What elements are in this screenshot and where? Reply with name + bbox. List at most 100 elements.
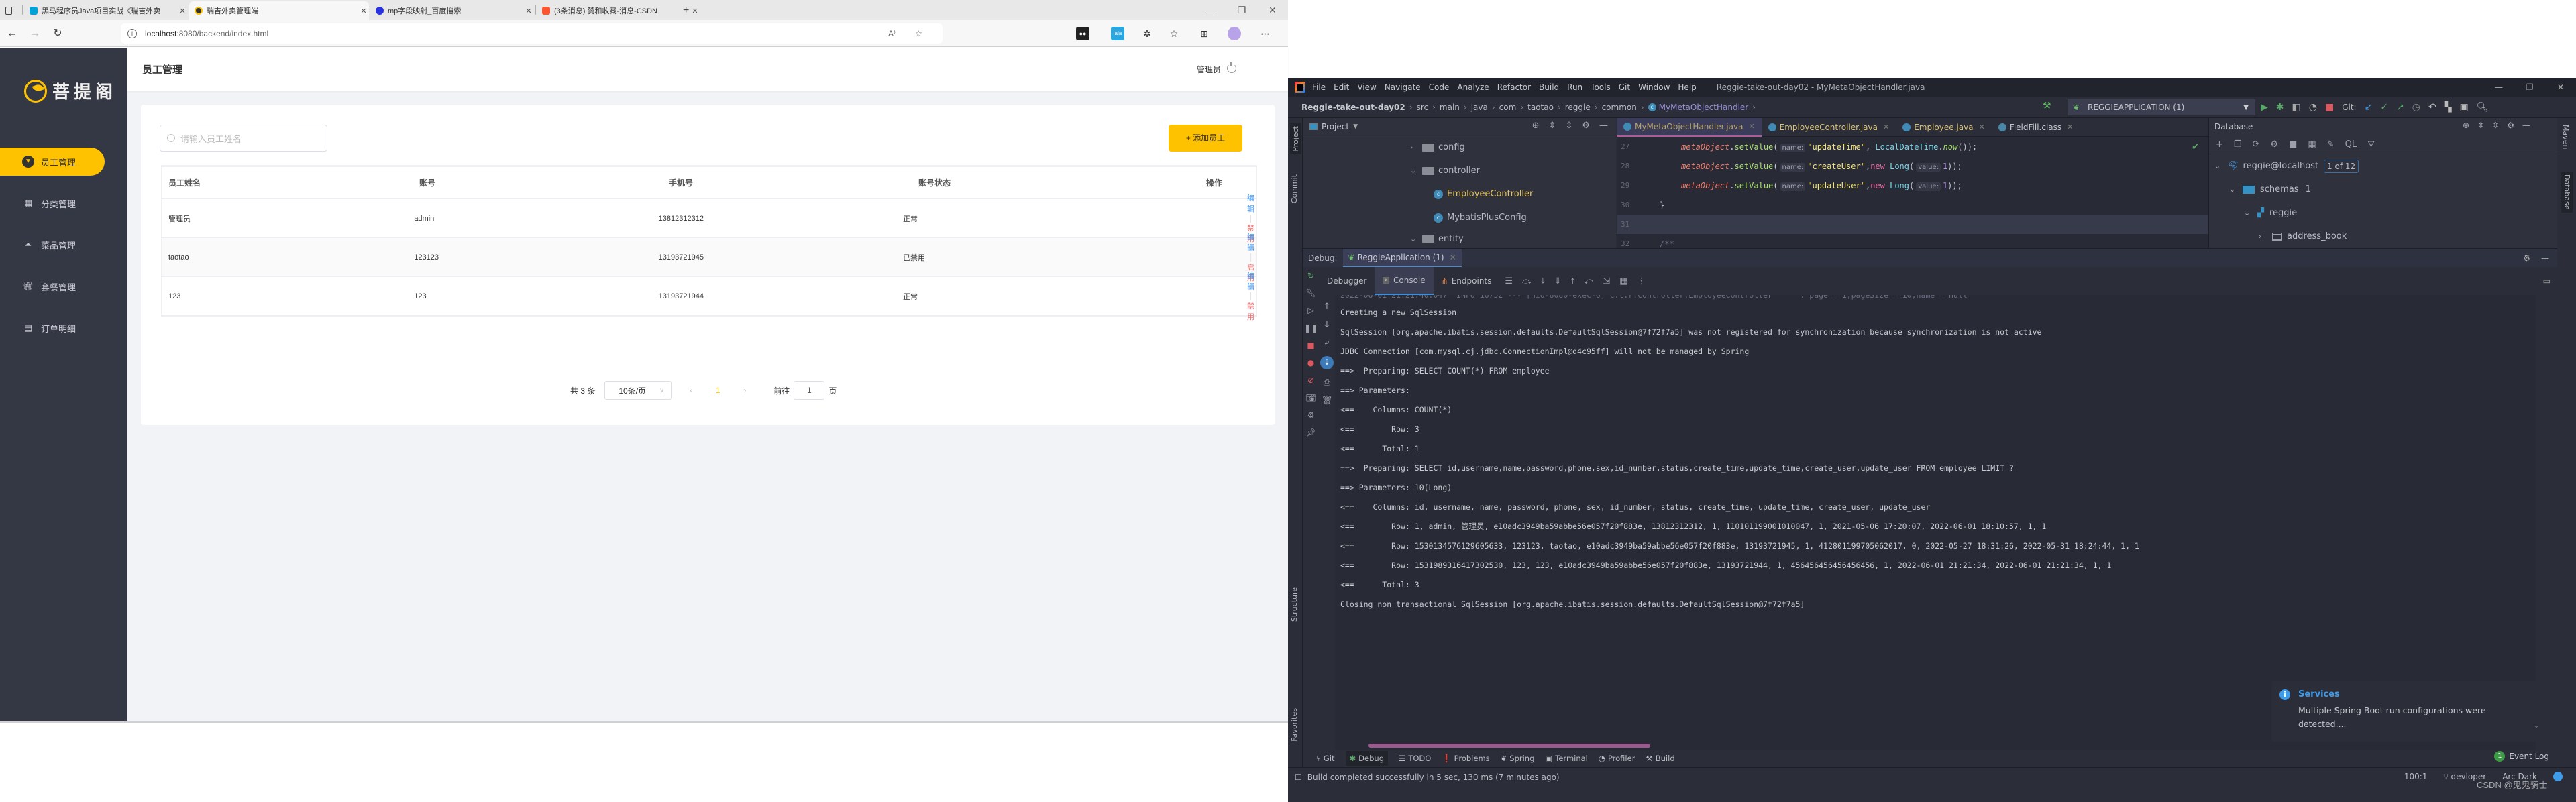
project-tool-button[interactable]: Project bbox=[1290, 123, 1301, 154]
menu-edit[interactable]: Edit bbox=[1334, 82, 1349, 92]
pause-icon[interactable]: ❚❚ bbox=[1304, 323, 1318, 333]
soft-wrap-icon[interactable]: ⤶ bbox=[1324, 338, 1329, 348]
menu-navigate[interactable]: Navigate bbox=[1385, 82, 1421, 92]
edit-link[interactable]: 编辑 bbox=[1247, 233, 1254, 252]
layout-icon[interactable]: ▭ bbox=[2543, 276, 2551, 286]
tree-item[interactable]: c MybatisPlusConfig bbox=[1303, 206, 1616, 229]
resume-icon[interactable]: ▷ bbox=[1307, 306, 1313, 315]
url-input[interactable]: i localhost:8080/backend/index.html A⁾ ☆ bbox=[121, 23, 943, 44]
gear-icon[interactable]: ⚙ bbox=[2507, 121, 2514, 130]
tab-debugger[interactable]: Debugger bbox=[1319, 267, 1375, 295]
tool-terminal[interactable]: ▣ Terminal bbox=[1545, 754, 1587, 763]
stop-icon[interactable]: ■ bbox=[2325, 102, 2334, 113]
db-properties-icon[interactable]: ⚙ bbox=[2270, 139, 2278, 150]
git-push-icon[interactable]: ↗ bbox=[2396, 102, 2404, 113]
close-window-button[interactable]: ✕ bbox=[1257, 0, 1288, 20]
edit-icon[interactable]: ✎ bbox=[2327, 139, 2334, 150]
goto-page-input[interactable]: 1 bbox=[794, 381, 825, 400]
debug-icon[interactable]: ✱ bbox=[2276, 102, 2284, 113]
collapse-all-icon[interactable]: ⇳ bbox=[1565, 121, 1572, 131]
terminal-icon[interactable]: ▣ bbox=[2460, 102, 2469, 113]
menu-analyze[interactable]: Analyze bbox=[1457, 82, 1489, 92]
tree-item[interactable]: c EmployeeController bbox=[1303, 182, 1616, 206]
prev-page-button[interactable]: ‹ bbox=[681, 386, 701, 395]
hide-icon[interactable]: — bbox=[2541, 253, 2549, 263]
cursor-position[interactable]: 100:1 bbox=[2404, 772, 2428, 781]
back-button[interactable]: ← bbox=[4, 25, 20, 42]
chevron-down-icon[interactable]: ⌄ bbox=[2533, 720, 2540, 730]
extension-icon[interactable]: lala bbox=[1111, 27, 1124, 40]
step-into-icon[interactable]: ⤓ bbox=[1541, 276, 1545, 286]
sidebar-item-order[interactable]: ▤ 订单明细 bbox=[0, 314, 127, 342]
search-everywhere-icon[interactable]: 🔍︎ bbox=[2477, 102, 2489, 113]
profile-avatar[interactable] bbox=[1228, 27, 1241, 40]
coverage-icon[interactable]: ◧ bbox=[2292, 102, 2301, 113]
notification-balloon[interactable]: i Services Multiple Spring Boot run conf… bbox=[2271, 681, 2553, 742]
tab-console[interactable]: › Console bbox=[1375, 267, 1434, 295]
git-update-icon[interactable]: ↙ bbox=[2365, 102, 2373, 113]
breadcrumb-item[interactable]: reggie bbox=[1565, 103, 1591, 112]
console-horizontal-scrollbar[interactable] bbox=[1368, 744, 1650, 748]
search-input[interactable]: 请输入员工姓名 bbox=[160, 125, 327, 152]
read-aloud-icon[interactable]: A⁾ bbox=[888, 29, 896, 38]
forward-button[interactable]: → bbox=[27, 25, 43, 42]
close-tab-icon[interactable]: ✕ bbox=[358, 7, 369, 15]
favorites-tool-button[interactable]: Favorites bbox=[1290, 708, 1299, 742]
menu-view[interactable]: View bbox=[1357, 82, 1376, 92]
editor-tab-active[interactable]: MyMetaObjectHandler.java ✕ bbox=[1617, 117, 1762, 137]
editor-tab[interactable]: EmployeeController.java ✕ bbox=[1762, 118, 1896, 137]
extensions-icon[interactable]: ✲ bbox=[1140, 27, 1154, 40]
close-tab-icon[interactable]: ✕ bbox=[2067, 123, 2073, 131]
close-tab-icon[interactable]: ✕ bbox=[1979, 123, 1985, 131]
stop-icon[interactable]: ■ bbox=[2289, 139, 2297, 150]
project-panel-title[interactable]: Project bbox=[1322, 122, 1349, 131]
tree-item[interactable]: › config bbox=[1303, 135, 1616, 159]
tab-actions-button[interactable] bbox=[0, 1, 20, 20]
edit-link[interactable]: 编辑 bbox=[1247, 194, 1254, 213]
code-area[interactable]: 27 metaObject.setValue(name: "updateTime",… bbox=[1617, 137, 2208, 248]
close-tab-icon[interactable]: ✕ bbox=[1450, 253, 1456, 262]
tool-build[interactable]: ⚒ Build bbox=[1646, 754, 1674, 763]
tool-git[interactable]: ⑂ Git bbox=[1316, 754, 1335, 763]
run-to-cursor-icon[interactable]: ⇲ bbox=[1603, 276, 1610, 286]
tool-profiler[interactable]: ◔ Profiler bbox=[1599, 754, 1635, 763]
print-icon[interactable]: ⎙ bbox=[1324, 378, 1330, 388]
sidebar-item-dish[interactable]: ⏶ 菜品管理 bbox=[0, 231, 127, 259]
step-over-icon[interactable]: ⤼ bbox=[1522, 276, 1532, 286]
db-connection-node[interactable]: ⌄ 🐬︎ reggie@localhost 1 of 12 bbox=[2214, 154, 2359, 178]
database-tool-button[interactable]: Database bbox=[2561, 172, 2573, 213]
mute-breakpoints-icon[interactable]: ⊘ bbox=[1307, 376, 1314, 385]
toggle-status-link[interactable]: 禁用 bbox=[1247, 302, 1254, 321]
locate-icon[interactable]: ⊕ bbox=[1532, 121, 1540, 131]
horizontal-scrollbar[interactable] bbox=[0, 721, 1288, 723]
expand-all-icon[interactable]: ⇕ bbox=[1549, 121, 1556, 131]
modify-config-icon[interactable]: 🔧︎ bbox=[1305, 288, 1316, 298]
rerun-icon[interactable]: ↻ bbox=[1307, 271, 1314, 280]
structure-tool-button[interactable]: Structure bbox=[1290, 587, 1299, 622]
gear-icon[interactable]: ⚙ bbox=[1307, 410, 1315, 420]
menu-window[interactable]: Window bbox=[1638, 82, 1670, 92]
down-arrow-icon[interactable]: ↓ bbox=[1324, 320, 1331, 330]
trace-icon[interactable]: ⋮ bbox=[1637, 276, 1646, 286]
refresh-icon[interactable]: ⟳ bbox=[2253, 139, 2260, 150]
favorites-icon[interactable]: ☆ bbox=[1167, 27, 1181, 40]
breadcrumb-item[interactable]: MyMetaObjectHandler bbox=[1659, 103, 1749, 112]
breadcrumb-item[interactable]: Reggie-take-out-day02 bbox=[1301, 103, 1405, 112]
editor-tab[interactable]: FieldFill.class ✕ bbox=[1992, 118, 2080, 137]
commit-tool-button[interactable]: Commit bbox=[1290, 174, 1299, 203]
pin-icon[interactable]: 📌︎ bbox=[1305, 428, 1316, 437]
profile-icon[interactable]: ◔ bbox=[2309, 102, 2317, 113]
close-tab-icon[interactable]: ✕ bbox=[177, 7, 188, 15]
trash-icon[interactable]: 🗑︎ bbox=[1322, 396, 1333, 406]
close-tab-icon[interactable]: ✕ bbox=[1883, 123, 1889, 131]
add-icon[interactable]: + bbox=[2216, 139, 2223, 150]
menu-run[interactable]: Run bbox=[1567, 82, 1582, 92]
status-toggle-icon[interactable]: ☐ bbox=[1295, 772, 1302, 782]
expand-all-icon[interactable]: ⇕ bbox=[2477, 121, 2484, 130]
breadcrumb-item[interactable]: common bbox=[1602, 103, 1637, 112]
gear-icon[interactable]: ⚙ bbox=[2523, 253, 2530, 263]
breadcrumb-item[interactable]: com bbox=[1499, 103, 1517, 112]
page-number-current[interactable]: 1 bbox=[701, 386, 735, 395]
next-page-button[interactable]: › bbox=[735, 386, 755, 395]
edit-link[interactable]: 编辑 bbox=[1247, 272, 1254, 291]
